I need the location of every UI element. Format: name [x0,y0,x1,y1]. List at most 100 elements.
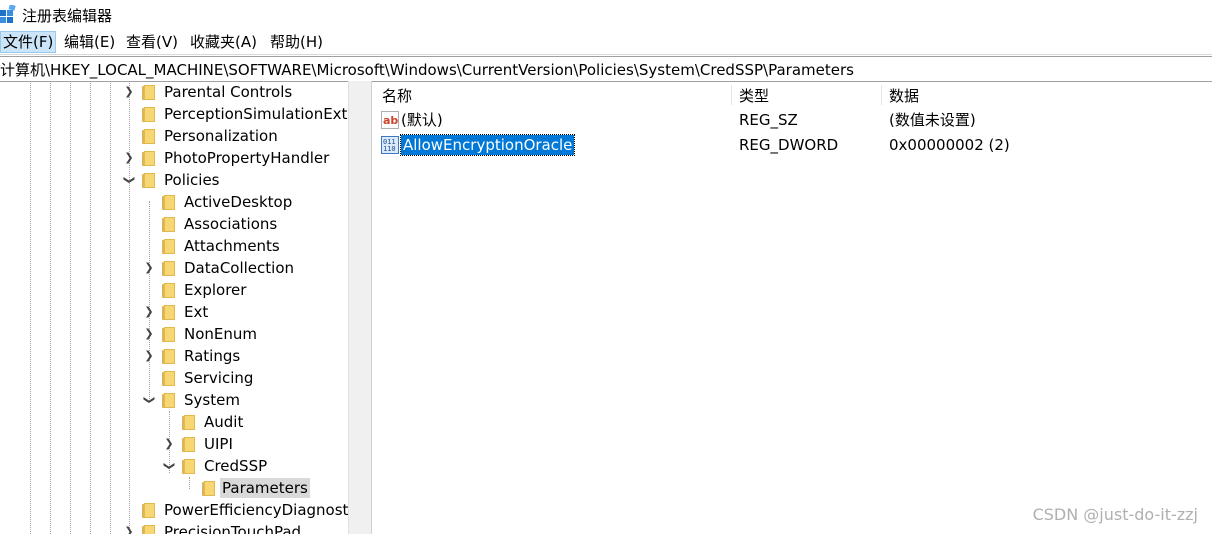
chevron-down-icon[interactable]: ❯ [158,460,180,472]
tree-item[interactable]: ❯ PrecisionTouchPad [0,521,348,534]
tree-item-label[interactable]: Ext [182,302,210,322]
tree-item-label[interactable]: CredSSP [202,456,269,476]
value-type: REG_DWORD [739,136,839,154]
tree-item[interactable]: ❯ Policies [0,169,348,191]
pane-splitter[interactable] [348,81,372,534]
tree-item[interactable]: ❯ Ext [0,301,348,323]
svg-text:110: 110 [383,145,396,153]
menu-favorites[interactable]: 收藏夹(A) [188,32,259,52]
tree-item-label[interactable]: ActiveDesktop [182,192,294,212]
tree-item[interactable]: ActiveDesktop [0,191,348,213]
folder-icon [142,173,156,188]
tree-item-label[interactable]: Parameters [220,478,310,498]
tree-item[interactable]: ❯ NonEnum [0,323,348,345]
folder-icon [162,349,176,364]
folder-icon [162,283,176,298]
menu-bar: 文件(F) 编辑(E) 查看(V) 收藏夹(A) 帮助(H) [0,30,1212,55]
chevron-right-icon[interactable]: ❯ [143,323,155,345]
chevron-right-icon[interactable]: ❯ [143,345,155,367]
tree-item[interactable]: ❯ Ratings [0,345,348,367]
tree-item[interactable]: ❯ Parental Controls [0,81,348,103]
watermark: CSDN @just-do-it-zzj [1032,505,1198,524]
tree-item[interactable]: Servicing [0,367,348,389]
folder-icon [162,261,176,276]
tree-item[interactable]: ❯ System [0,389,348,411]
folder-icon [182,459,196,474]
tree-item-label[interactable]: PerceptionSimulationExte [162,104,348,124]
column-header-name[interactable]: 名称 [382,85,412,106]
tree-item-label[interactable]: PrecisionTouchPad [162,522,303,534]
folder-icon [142,503,156,518]
tree-item[interactable]: PowerEfficiencyDiagnosti [0,499,348,521]
tree-item-selected[interactable]: Parameters [0,477,348,499]
tree-item[interactable]: ❯ CredSSP [0,455,348,477]
folder-icon [142,151,156,166]
chevron-right-icon[interactable]: ❯ [123,147,135,169]
value-name[interactable]: AllowEncryptionOracle [399,134,576,156]
tree-item-label[interactable]: System [182,390,242,410]
chevron-right-icon[interactable]: ❯ [123,521,135,534]
value-name[interactable]: (默认) [401,110,443,130]
menu-help[interactable]: 帮助(H) [268,32,325,52]
folder-icon [202,481,216,496]
key-tree[interactable]: ❯ Parental Controls PerceptionSimulation… [0,81,348,534]
menu-edit[interactable]: 编辑(E) [62,32,117,52]
tree-item-label[interactable]: UIPI [202,434,235,454]
chevron-down-icon[interactable]: ❯ [138,394,160,406]
chevron-right-icon[interactable]: ❯ [143,257,155,279]
folder-icon [182,437,196,452]
folder-icon [142,525,156,534]
chevron-right-icon[interactable]: ❯ [143,301,155,323]
chevron-down-icon[interactable]: ❯ [118,174,140,186]
value-row[interactable]: ab (默认) REG_SZ (数值未设置) [373,108,1212,132]
values-list[interactable]: 名称 类型 数据 ab (默认) REG_SZ (数值未设置) 011 110 … [373,81,1212,534]
registry-editor-icon [0,5,16,23]
menu-file[interactable]: 文件(F) [0,31,57,53]
tree-item[interactable]: ❯ UIPI [0,433,348,455]
tree-item-label[interactable]: Servicing [182,368,255,388]
tree-item[interactable]: ❯ PhotoPropertyHandler [0,147,348,169]
column-separator[interactable] [881,85,882,105]
tree-item-label[interactable]: NonEnum [182,324,259,344]
tree-item-label[interactable]: Explorer [182,280,248,300]
tree-item[interactable]: Audit [0,411,348,433]
tree-item[interactable]: Associations [0,213,348,235]
column-header-type[interactable]: 类型 [739,85,769,106]
tree-item-label[interactable]: Associations [182,214,279,234]
window-title: 注册表编辑器 [22,7,113,25]
tree-item-label[interactable]: PowerEfficiencyDiagnosti [162,500,348,520]
address-bar[interactable]: 计算机\HKEY_LOCAL_MACHINE\SOFTWARE\Microsof… [0,56,1212,82]
folder-icon [162,327,176,342]
tree-item-label[interactable]: Audit [202,412,245,432]
tree-item-label[interactable]: Attachments [182,236,282,256]
tree-item[interactable]: PerceptionSimulationExte [0,103,348,125]
tree-item-label[interactable]: DataCollection [182,258,296,278]
tree-item-label[interactable]: Parental Controls [162,82,294,102]
value-data: 0x00000002 (2) [889,136,1010,154]
folder-icon [162,239,176,254]
tree-item-label[interactable]: Ratings [182,346,242,366]
value-row-selected[interactable]: 011 110 AllowEncryptionOracle REG_DWORD … [373,133,1212,157]
folder-icon [162,195,176,210]
chevron-right-icon[interactable]: ❯ [163,433,175,455]
address-path[interactable]: 计算机\HKEY_LOCAL_MACHINE\SOFTWARE\Microsof… [0,59,854,80]
column-header-data[interactable]: 数据 [889,85,919,106]
folder-icon [142,129,156,144]
tree-item-label[interactable]: PhotoPropertyHandler [162,148,331,168]
tree-item[interactable]: Explorer [0,279,348,301]
folder-icon [142,85,156,100]
folder-icon [182,415,196,430]
menu-view[interactable]: 查看(V) [124,32,180,52]
tree-item[interactable]: ❯ DataCollection [0,257,348,279]
tree-item-label[interactable]: Personalization [162,126,280,146]
column-separator[interactable] [731,85,732,105]
value-data: (数值未设置) [889,111,976,129]
tree-item-label[interactable]: Policies [162,170,221,190]
folder-icon [162,305,176,320]
tree-item[interactable]: Attachments [0,235,348,257]
tree-item[interactable]: Personalization [0,125,348,147]
string-value-icon: ab [381,111,399,129]
folder-icon [162,371,176,386]
value-type: REG_SZ [739,111,798,129]
chevron-right-icon[interactable]: ❯ [123,81,135,103]
